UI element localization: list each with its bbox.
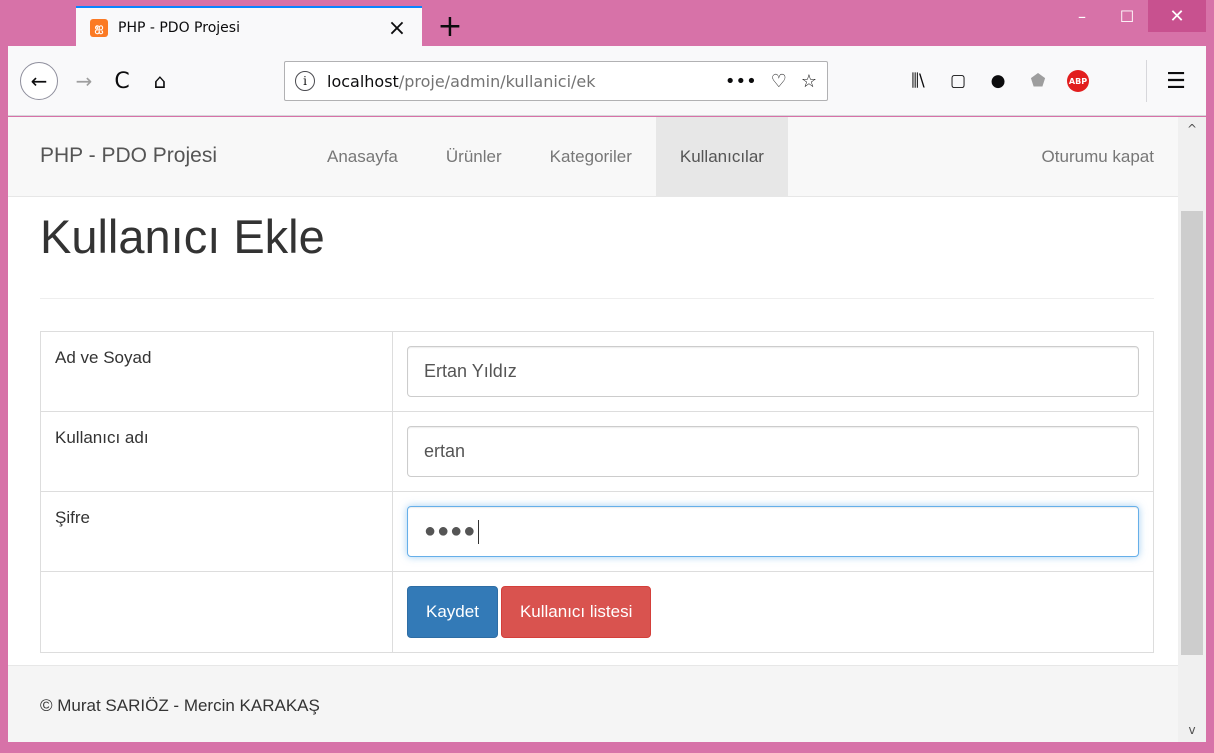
password-input[interactable]: ●●●●: [407, 506, 1139, 557]
reload-button[interactable]: C: [106, 63, 138, 99]
url-path: /proje/admin/kullanici/ek: [398, 71, 596, 91]
nav-item-urunler[interactable]: Ürünler: [422, 117, 526, 197]
tab-title: PHP - PDO Projesi: [118, 20, 240, 36]
vertical-scrollbar[interactable]: ^ v: [1178, 117, 1206, 742]
sidebar-icon[interactable]: ▢: [938, 68, 978, 94]
user-form-table: Ad ve Soyad Ertan Yıldız Kullanıcı adı e…: [40, 331, 1154, 653]
nav-item-kategoriler[interactable]: Kategoriler: [526, 117, 656, 197]
browser-window: ஐ PHP - PDO Projesi × + – ☐ ✕ ← → C ⌂ i …: [8, 0, 1206, 745]
divider: [40, 298, 1154, 299]
page-actions-icon[interactable]: •••: [725, 71, 757, 92]
site-footer: © Murat SARIÖZ - Mercin KARAKAŞ: [8, 665, 1178, 742]
scroll-thumb[interactable]: [1181, 211, 1203, 655]
site-nav-items: Anasayfa Ürünler Kategoriler Kullanıcıla…: [303, 117, 788, 197]
password-dots: ●●●●: [424, 520, 477, 542]
save-button[interactable]: Kaydet: [407, 586, 498, 638]
nav-item-kullanicilar[interactable]: Kullanıcılar: [655, 117, 788, 197]
username-cell: ertan: [392, 411, 1154, 492]
url-text[interactable]: localhost/proje/admin/kullanici/ek: [327, 72, 687, 91]
table-row: Şifre ●●●●: [40, 491, 1154, 572]
home-button[interactable]: ⌂: [144, 63, 176, 99]
maximize-button[interactable]: ☐: [1105, 0, 1149, 32]
username-input[interactable]: ertan: [407, 426, 1139, 477]
site-brand[interactable]: PHP - PDO Projesi: [40, 144, 217, 168]
name-cell: Ertan Yıldız: [392, 331, 1154, 412]
text-caret: [478, 519, 480, 544]
table-row: Ad ve Soyad Ertan Yıldız: [40, 331, 1154, 412]
title-bar: ஐ PHP - PDO Projesi × + – ☐ ✕: [8, 0, 1206, 48]
name-label: Ad ve Soyad: [40, 331, 393, 412]
abp-badge: ABP: [1067, 70, 1089, 92]
minimize-button[interactable]: –: [1060, 0, 1104, 32]
password-label: Şifre: [40, 491, 393, 572]
browser-toolbar: ← → C ⌂ i localhost/proje/admin/kullanic…: [8, 46, 1206, 116]
page-title: Kullanıcı Ekle: [40, 210, 325, 263]
toolbar-icons: ⫼\ ▢ ● ⬟ ABP: [898, 68, 1098, 94]
name-input[interactable]: Ertan Yıldız: [407, 346, 1139, 397]
toolbar-divider: [1146, 60, 1147, 102]
logout-link[interactable]: Oturumu kapat: [1042, 117, 1154, 197]
username-label: Kullanıcı adı: [40, 411, 393, 492]
url-host: localhost: [327, 71, 399, 91]
info-icon[interactable]: i: [295, 71, 315, 91]
user-list-button[interactable]: Kullanıcı listesi: [500, 586, 652, 638]
adblock-icon[interactable]: ABP: [1058, 68, 1098, 94]
library-icon[interactable]: ⫼\: [898, 68, 938, 94]
new-tab-button[interactable]: +: [434, 9, 466, 44]
bookmark-star-icon[interactable]: ☆: [801, 71, 817, 92]
extension-icon[interactable]: ●: [978, 68, 1018, 94]
forward-button[interactable]: →: [68, 63, 100, 99]
address-bar[interactable]: i localhost/proje/admin/kullanici/ek •••…: [284, 61, 828, 101]
nav-item-anasayfa[interactable]: Anasayfa: [303, 117, 422, 197]
close-tab-icon[interactable]: ×: [384, 15, 410, 41]
password-cell: ●●●●: [392, 491, 1154, 572]
pocket-icon[interactable]: ♡: [771, 71, 787, 92]
table-row: Kullanıcı adı ertan: [40, 411, 1154, 492]
back-button[interactable]: ←: [20, 62, 58, 100]
table-row: Kaydet Kullanıcı listesi: [40, 571, 1154, 653]
empty-cell: [40, 571, 393, 653]
hamburger-menu-icon[interactable]: ☰: [1158, 68, 1194, 94]
url-actions: ••• ♡ ☆: [725, 71, 817, 92]
scroll-up-icon[interactable]: ^: [1178, 117, 1206, 141]
buttons-cell: Kaydet Kullanıcı listesi: [392, 571, 1154, 653]
shield-icon[interactable]: ⬟: [1018, 68, 1058, 94]
footer-text: © Murat SARIÖZ - Mercin KARAKAŞ: [40, 696, 320, 715]
page-viewport: PHP - PDO Projesi Anasayfa Ürünler Kateg…: [8, 117, 1206, 742]
xampp-icon: ஐ: [90, 19, 108, 37]
scroll-down-icon[interactable]: v: [1178, 718, 1206, 742]
site-navbar: PHP - PDO Projesi Anasayfa Ürünler Kateg…: [8, 117, 1178, 197]
browser-tab[interactable]: ஐ PHP - PDO Projesi ×: [76, 6, 422, 48]
close-window-button[interactable]: ✕: [1148, 0, 1206, 32]
